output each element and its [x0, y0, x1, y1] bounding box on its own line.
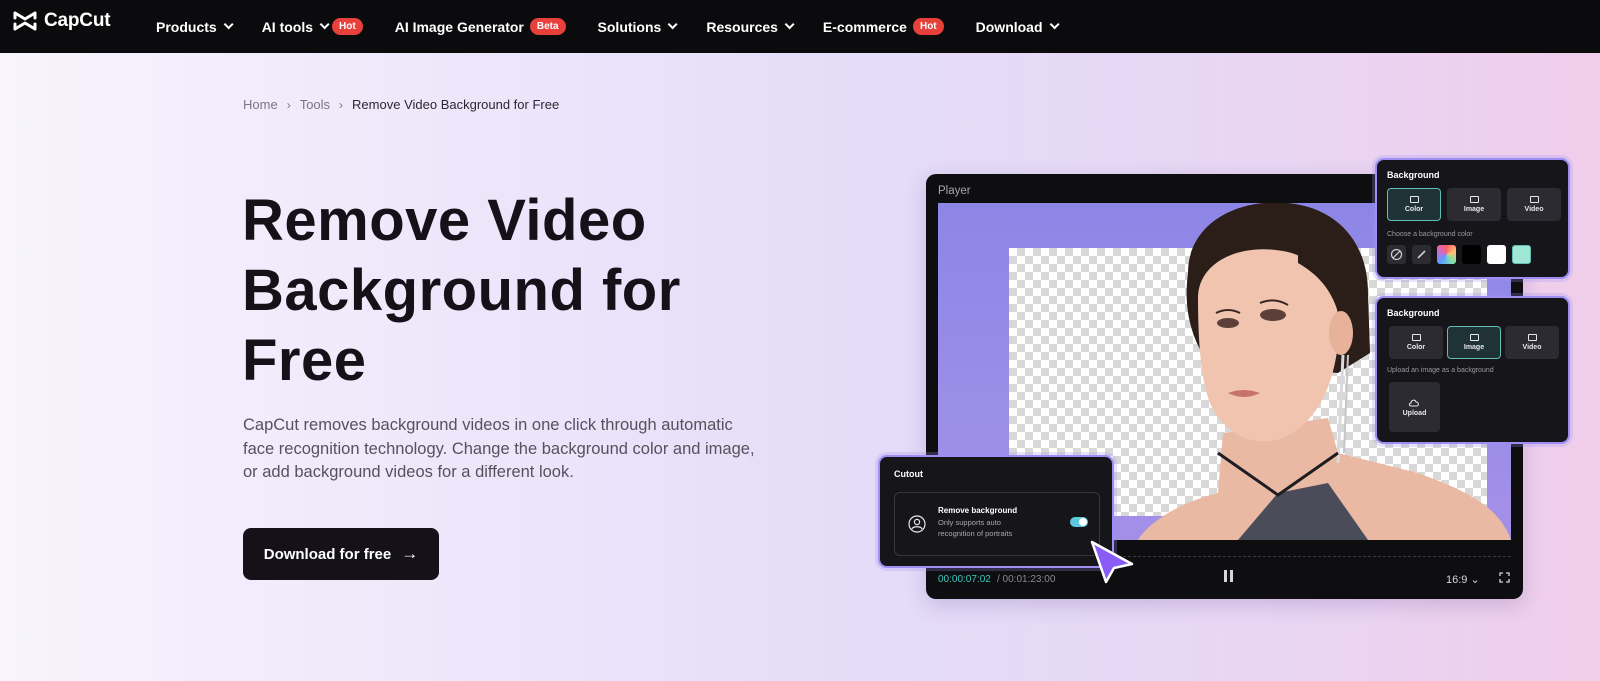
panel-hint: Upload an image as a background: [1387, 367, 1494, 374]
arrow-right-icon: →: [401, 544, 419, 563]
tab-video[interactable]: Video: [1507, 188, 1561, 221]
panel-title: Background: [1387, 170, 1440, 180]
chevron-down-icon: [667, 19, 678, 30]
hero-description: CapCut removes background videos in one …: [243, 416, 755, 481]
option-subtitle: Only supports auto recognition of portra…: [938, 518, 1013, 538]
tab-color[interactable]: Color: [1387, 188, 1441, 221]
chevron-down-icon: [319, 19, 330, 30]
person-icon: [908, 515, 926, 533]
nav-item-products[interactable]: Products: [156, 18, 234, 35]
pause-icon: [1230, 570, 1233, 582]
breadcrumb-separator-icon: ›: [339, 97, 344, 112]
hot-badge: Hot: [332, 18, 363, 35]
nav-label: AI Image Generator: [394, 18, 524, 35]
nav-label: E-commerce: [822, 18, 907, 35]
tab-label: Video: [1524, 206, 1544, 213]
logo-text: CapCut: [44, 10, 111, 31]
nav-item-ecommerce[interactable]: E-commerce Hot: [823, 18, 944, 35]
background-image-panel: Background Color Image Video Upload an i…: [1375, 296, 1570, 444]
tab-label: Color: [1404, 206, 1424, 213]
panel-title: Cutout: [894, 469, 923, 479]
fullscreen-icon[interactable]: [1499, 572, 1510, 583]
nav-label: Solutions: [597, 18, 662, 35]
tab-label: Color: [1406, 344, 1426, 351]
paint-bucket-icon: [1411, 334, 1421, 341]
cursor-arrow-icon: [1090, 540, 1134, 584]
pause-button[interactable]: [1223, 570, 1235, 582]
panel-hint: Choose a background color: [1387, 231, 1473, 238]
total-time: / 00:01:23:00: [997, 574, 1056, 585]
download-for-free-button[interactable]: Download for free →: [243, 528, 439, 580]
tab-label: Image: [1463, 344, 1485, 351]
image-icon: [1469, 196, 1479, 203]
tab-image[interactable]: Image: [1447, 188, 1501, 221]
nav-item-resources[interactable]: Resources: [706, 18, 795, 35]
breadcrumb-home[interactable]: Home: [243, 97, 278, 112]
player-title: Player: [938, 185, 971, 197]
nav-item-solutions[interactable]: Solutions: [597, 18, 678, 35]
eyedropper-icon[interactable]: [1412, 245, 1431, 264]
no-color-icon[interactable]: [1387, 245, 1406, 264]
remove-background-toggle[interactable]: [1070, 517, 1088, 527]
background-color-panel: Background Color Image Video Choose a ba…: [1375, 158, 1570, 279]
aspect-ratio-value: 16:9: [1446, 574, 1468, 586]
video-icon: [1529, 196, 1539, 203]
current-time: 00:00:07:02: [938, 574, 991, 585]
cloud-upload-icon: [1409, 399, 1419, 406]
title-line: Free: [242, 328, 367, 393]
nav-item-ai-image-generator[interactable]: AI Image Generator Beta: [395, 18, 566, 35]
capcut-logo-icon: [13, 11, 37, 31]
top-navigation: CapCut Products AI tools Hot AI Image Ge…: [0, 0, 1600, 53]
title-line: Remove Video: [242, 188, 647, 253]
black-swatch[interactable]: [1462, 245, 1481, 264]
video-icon: [1527, 334, 1537, 341]
nav-label: Products: [156, 18, 217, 35]
nav-item-ai-tools[interactable]: AI tools Hot: [262, 18, 363, 35]
aspect-ratio-select[interactable]: 16:9 ⌄: [1446, 573, 1480, 586]
chevron-down-icon: [1049, 19, 1060, 30]
chevron-down-icon: ⌄: [1470, 574, 1480, 586]
nav-label: AI tools: [261, 18, 314, 35]
nav-label: Download: [975, 18, 1043, 35]
mint-swatch[interactable]: [1512, 245, 1531, 264]
remove-background-option[interactable]: Remove background Only supports auto rec…: [894, 492, 1100, 556]
pause-icon: [1224, 570, 1227, 582]
hot-badge: Hot: [912, 18, 944, 35]
gradient-swatch[interactable]: [1437, 245, 1456, 264]
capcut-logo[interactable]: CapCut: [12, 10, 111, 32]
tab-label: Image: [1463, 206, 1485, 213]
chevron-down-icon: [223, 19, 234, 30]
panel-title: Background: [1387, 308, 1440, 318]
tab-video[interactable]: Video: [1505, 326, 1559, 359]
breadcrumb-tools[interactable]: Tools: [300, 97, 330, 112]
option-title: Remove background: [938, 506, 1018, 515]
beta-badge: Beta: [529, 18, 566, 35]
tab-label: Video: [1522, 344, 1542, 351]
white-swatch[interactable]: [1487, 245, 1506, 264]
tab-image[interactable]: Image: [1447, 326, 1501, 359]
page-title: Remove Video Background for Free: [242, 186, 802, 396]
image-icon: [1469, 334, 1479, 341]
tab-color[interactable]: Color: [1389, 326, 1443, 359]
breadcrumb: Home › Tools › Remove Video Background f…: [243, 97, 559, 112]
upload-button[interactable]: Upload: [1389, 382, 1440, 432]
cutout-panel: Cutout Remove background Only supports a…: [878, 455, 1114, 568]
cta-label: Download for free: [263, 545, 392, 563]
chevron-down-icon: [784, 19, 795, 30]
nav-label: Resources: [706, 18, 778, 35]
upload-label: Upload: [1402, 409, 1427, 417]
breadcrumb-separator-icon: ›: [286, 97, 291, 112]
nav-item-download[interactable]: Download: [975, 18, 1060, 35]
title-line: Background for: [242, 258, 681, 323]
paint-bucket-icon: [1409, 196, 1419, 203]
breadcrumb-current: Remove Video Background for Free: [352, 97, 560, 112]
